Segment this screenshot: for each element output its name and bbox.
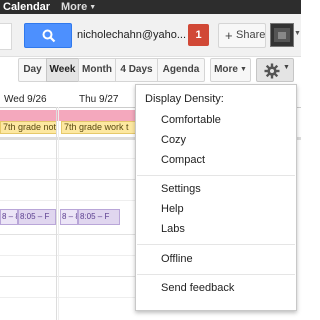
menu-separator <box>137 274 295 275</box>
menu-item-labs[interactable]: Labs <box>161 223 185 235</box>
top-bar: Calendar More ▼ <box>0 0 301 14</box>
view-week-button[interactable]: Week <box>46 58 79 82</box>
share-label: Share <box>236 29 266 41</box>
view-month-button[interactable]: Month <box>78 58 116 82</box>
settings-caret-icon: ▼ <box>283 64 290 71</box>
user-email[interactable]: nicholechahn@yaho... <box>77 29 186 41</box>
more-caret-icon: ▼ <box>89 4 97 11</box>
more-views-caret-icon: ▼ <box>239 66 247 73</box>
settings-dropdown-menu: Display Density: Comfortable Cozy Compac… <box>135 84 297 311</box>
header: nicholechahn@yaho... 1 + Share ▼ <box>0 14 301 57</box>
menu-item-send-feedback[interactable]: Send feedback <box>161 282 234 294</box>
density-cozy-option[interactable]: Cozy <box>161 134 186 146</box>
gear-icon <box>264 63 280 79</box>
allday-event[interactable]: 7th grade work t <box>61 121 139 134</box>
plus-icon: + <box>225 28 233 43</box>
timed-event[interactable]: 8:05 – F <box>78 209 120 225</box>
day-header-thu[interactable]: Thu 9/27 <box>79 94 118 105</box>
avatar-caret-icon[interactable]: ▼ <box>294 30 301 37</box>
view-toolbar: Day Week Month 4 Days Agenda More ▼ ▼ <box>0 57 301 87</box>
hour-line <box>0 297 140 298</box>
more-apps-label: More <box>61 1 88 13</box>
day-column-divider <box>56 107 57 320</box>
allday-event[interactable]: 7th grade notes <box>0 121 57 134</box>
view-4days-button[interactable]: 4 Days <box>115 58 158 82</box>
density-comfortable-option[interactable]: Comfortable <box>161 114 221 126</box>
view-day-button[interactable]: Day <box>18 58 47 82</box>
day-header-wed[interactable]: Wed 9/26 <box>4 94 47 105</box>
day-column-divider <box>58 107 59 320</box>
hour-line <box>0 234 140 235</box>
hour-line <box>0 276 140 277</box>
search-icon <box>42 29 56 43</box>
timed-event[interactable]: 8 – 8:35 <box>0 209 18 225</box>
menu-item-offline[interactable]: Offline <box>161 253 193 265</box>
timed-event[interactable]: 8:05 – F <box>18 209 56 225</box>
more-views-label: More <box>214 64 238 75</box>
menu-item-settings[interactable]: Settings <box>161 183 201 195</box>
timed-event[interactable]: 8 – 8:35 Choose <box>60 209 78 225</box>
density-compact-option[interactable]: Compact <box>161 154 205 166</box>
more-apps-link[interactable]: More ▼ <box>61 1 96 13</box>
menu-item-help[interactable]: Help <box>161 203 184 215</box>
share-button[interactable]: + Share <box>218 23 266 48</box>
hour-line <box>0 255 140 256</box>
hour-line <box>0 158 140 159</box>
notification-badge[interactable]: 1 <box>188 24 209 46</box>
app-name-link[interactable]: Calendar <box>3 1 50 13</box>
hour-line <box>0 179 140 180</box>
settings-menu-button[interactable]: ▼ <box>256 58 294 82</box>
display-density-heading: Display Density: <box>145 93 224 105</box>
more-views-button[interactable]: More ▼ <box>210 58 251 82</box>
search-button[interactable] <box>24 23 72 48</box>
menu-separator <box>137 244 295 245</box>
search-input[interactable] <box>0 23 12 50</box>
avatar[interactable] <box>270 23 294 47</box>
menu-separator <box>137 175 295 176</box>
hour-line <box>0 200 140 201</box>
view-agenda-button[interactable]: Agenda <box>157 58 205 82</box>
